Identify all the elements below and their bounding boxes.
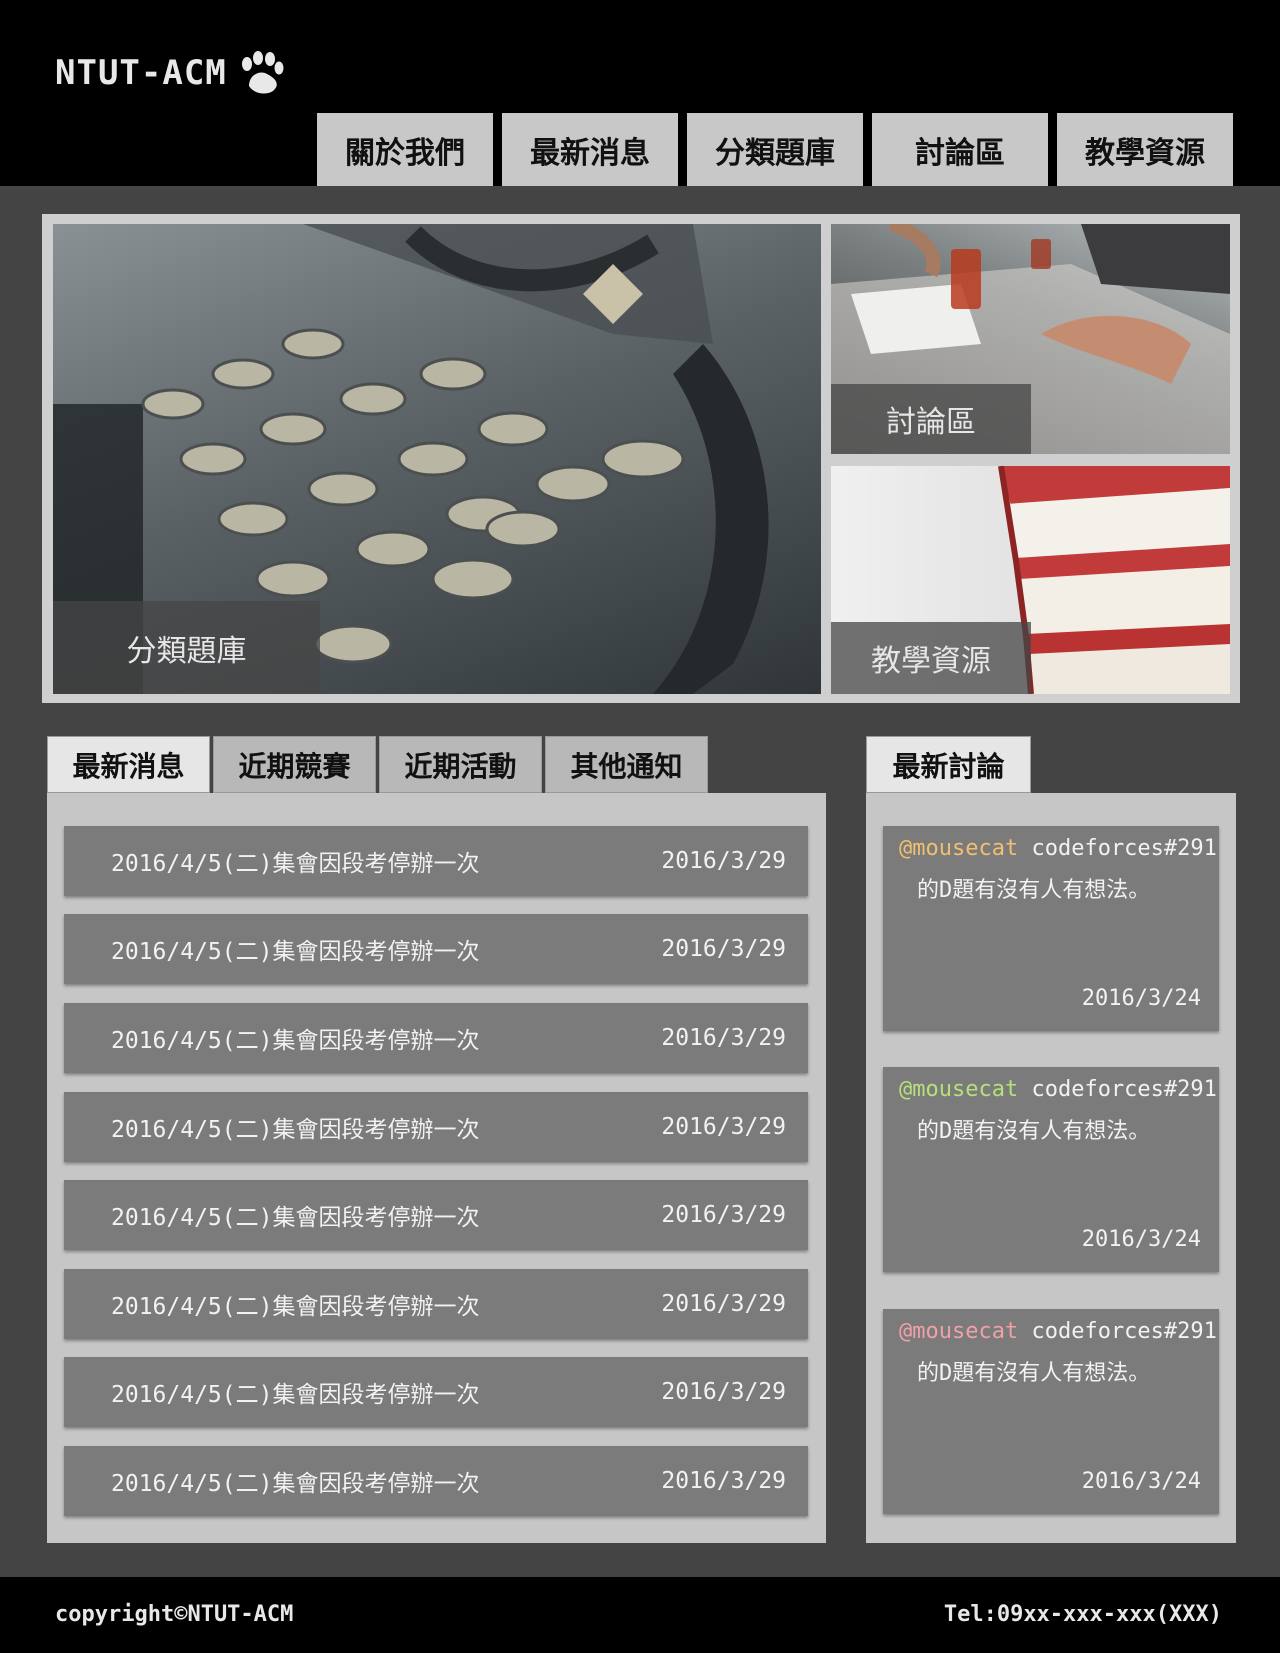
- news-title: 2016/4/5(二)集會因段考停辦一次: [111, 851, 480, 877]
- list-item[interactable]: 2016/4/5(二)集會因段考停辦一次 2016/3/29: [64, 1269, 808, 1339]
- hero-banner: 分類題庫 討論區 教學資源: [42, 214, 1240, 703]
- discussion-text: 的D題有沒有人有想法。: [917, 878, 1151, 903]
- discussion-header: @mousecat codeforces#291: [899, 836, 1217, 861]
- hero-tile-problems[interactable]: 分類題庫: [53, 224, 821, 694]
- list-item[interactable]: 2016/4/5(二)集會因段考停辦一次 2016/3/29: [64, 914, 808, 984]
- discussion-date: 2016/3/24: [1081, 1469, 1201, 1494]
- news-date: 2016/3/29: [661, 848, 786, 874]
- site-header: NTUT-ACM 關於我們 最新消息 分類題庫 討論區 教學資源: [0, 0, 1280, 186]
- discussion-user-link[interactable]: @mousecat: [899, 1077, 1018, 1102]
- list-item[interactable]: 2016/4/5(二)集會因段考停辦一次 2016/3/29: [64, 1092, 808, 1162]
- nav-about[interactable]: 關於我們: [317, 113, 493, 186]
- contact-phone: Tel:09xx-xxx-xxx(XXX): [943, 1602, 1222, 1627]
- discussion-topic: codeforces#291: [1031, 1077, 1217, 1102]
- tab-latest-discussion[interactable]: 最新討論: [866, 736, 1031, 793]
- nav-resources[interactable]: 教學資源: [1057, 113, 1233, 186]
- list-item[interactable]: 2016/4/5(二)集會因段考停辦一次 2016/3/29: [64, 1357, 808, 1427]
- discussion-card[interactable]: @mousecat codeforces#291 的D題有沒有人有想法。 201…: [883, 1309, 1219, 1514]
- discussion-date: 2016/3/24: [1081, 986, 1201, 1011]
- discussion-text: 的D題有沒有人有想法。: [917, 1361, 1151, 1386]
- news-date: 2016/3/29: [661, 1202, 786, 1228]
- news-date: 2016/3/29: [661, 1468, 786, 1494]
- news-title: 2016/4/5(二)集會因段考停辦一次: [111, 939, 480, 965]
- discussion-text: 的D題有沒有人有想法。: [917, 1119, 1151, 1144]
- news-title: 2016/4/5(二)集會因段考停辦一次: [111, 1382, 480, 1408]
- discussion-date: 2016/3/24: [1081, 1227, 1201, 1252]
- news-title: 2016/4/5(二)集會因段考停辦一次: [111, 1117, 480, 1143]
- news-list: 2016/4/5(二)集會因段考停辦一次 2016/3/29 2016/4/5(…: [47, 793, 826, 1543]
- list-item[interactable]: 2016/4/5(二)集會因段考停辦一次 2016/3/29: [64, 1003, 808, 1073]
- main-nav: 關於我們 最新消息 分類題庫 討論區 教學資源: [317, 113, 1233, 186]
- news-title: 2016/4/5(二)集會因段考停辦一次: [111, 1028, 480, 1054]
- news-title: 2016/4/5(二)集會因段考停辦一次: [111, 1471, 480, 1497]
- news-title: 2016/4/5(二)集會因段考停辦一次: [111, 1205, 480, 1231]
- logo-text: NTUT-ACM: [55, 53, 227, 93]
- nav-news[interactable]: 最新消息: [502, 113, 678, 186]
- discussion-card[interactable]: @mousecat codeforces#291 的D題有沒有人有想法。 201…: [883, 826, 1219, 1031]
- discussion-topic: codeforces#291: [1031, 836, 1217, 861]
- news-tabs: 最新消息 近期競賽 近期活動 其他通知: [47, 736, 708, 793]
- discussion-list: @mousecat codeforces#291 的D題有沒有人有想法。 201…: [866, 793, 1236, 1543]
- site-footer: copyright©NTUT-ACM Tel:09xx-xxx-xxx(XXX): [0, 1577, 1280, 1653]
- news-date: 2016/3/29: [661, 1025, 786, 1051]
- discussion-user-link[interactable]: @mousecat: [899, 836, 1018, 861]
- nav-problems[interactable]: 分類題庫: [687, 113, 863, 186]
- hero-label-problems: 分類題庫: [53, 601, 320, 694]
- hero-label-forum: 討論區: [831, 384, 1031, 454]
- list-item[interactable]: 2016/4/5(二)集會因段考停辦一次 2016/3/29: [64, 1180, 808, 1250]
- logo[interactable]: NTUT-ACM: [55, 50, 285, 96]
- list-item[interactable]: 2016/4/5(二)集會因段考停辦一次 2016/3/29: [64, 826, 808, 896]
- discussion-header: @mousecat codeforces#291: [899, 1077, 1217, 1102]
- discussion-header: @mousecat codeforces#291: [899, 1319, 1217, 1344]
- tab-other-notices[interactable]: 其他通知: [545, 736, 708, 793]
- news-date: 2016/3/29: [661, 1291, 786, 1317]
- tab-latest-news[interactable]: 最新消息: [47, 736, 210, 793]
- discussion-user-link[interactable]: @mousecat: [899, 1319, 1018, 1344]
- list-item[interactable]: 2016/4/5(二)集會因段考停辦一次 2016/3/29: [64, 1446, 808, 1516]
- news-date: 2016/3/29: [661, 1379, 786, 1405]
- hero-tile-forum[interactable]: 討論區: [831, 224, 1230, 454]
- news-date: 2016/3/29: [661, 1114, 786, 1140]
- tab-contests[interactable]: 近期競賽: [213, 736, 376, 793]
- hero-label-resources: 教學資源: [831, 622, 1031, 694]
- tab-events[interactable]: 近期活動: [379, 736, 542, 793]
- hero-tile-resources[interactable]: 教學資源: [831, 466, 1230, 694]
- news-date: 2016/3/29: [661, 936, 786, 962]
- nav-forum[interactable]: 討論區: [872, 113, 1048, 186]
- discussion-topic: codeforces#291: [1031, 1319, 1217, 1344]
- news-title: 2016/4/5(二)集會因段考停辦一次: [111, 1294, 480, 1320]
- paw-icon: [241, 51, 284, 94]
- copyright-text: copyright©NTUT-ACM: [55, 1602, 294, 1627]
- discussion-card[interactable]: @mousecat codeforces#291 的D題有沒有人有想法。 201…: [883, 1067, 1219, 1272]
